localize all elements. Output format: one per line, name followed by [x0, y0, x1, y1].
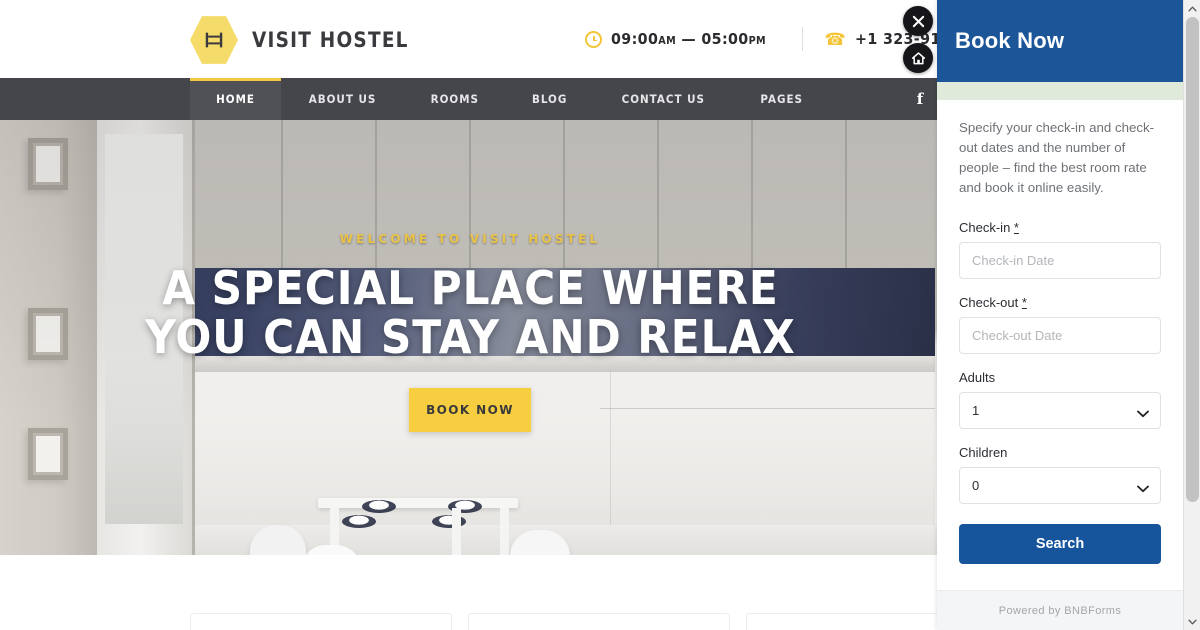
page-root: VISIT HOSTEL 09:00AM — 05:00PM ☎ +1 323-…	[0, 0, 1200, 630]
floating-action-buttons	[903, 6, 937, 73]
nav-label: ABOUT US	[308, 92, 377, 106]
nav-item-pages[interactable]: PAGES	[734, 78, 829, 120]
feature-card[interactable]	[190, 613, 452, 630]
hostel-bunk-icon	[190, 16, 238, 64]
nav-item-blog[interactable]: BLOG	[506, 78, 593, 120]
brand-logo[interactable]: VISIT HOSTEL	[190, 14, 430, 66]
children-select[interactable]: 0	[959, 467, 1161, 504]
search-button[interactable]: Search	[959, 524, 1161, 564]
nav-label: HOME	[216, 92, 255, 106]
nav-label: BLOG	[531, 92, 568, 106]
checkout-date-input[interactable]	[959, 317, 1161, 354]
header-divider	[801, 27, 803, 51]
adults-label: Adults	[959, 370, 996, 385]
opening-hours-text: 09:00AM — 05:00PM	[611, 30, 767, 48]
nav-item-home[interactable]: HOME	[190, 78, 282, 120]
booking-panel-header: Book Now	[937, 0, 1183, 82]
brand-name: VISIT HOSTEL	[252, 28, 409, 52]
field-group-adults: Adults 1	[959, 370, 1161, 429]
checkin-label-text: Check-in	[959, 220, 1011, 235]
booking-panel: Book Now Specify your check-in and check…	[937, 0, 1183, 630]
hero-title-line-2: YOU CAN STAY AND RELAX	[144, 310, 796, 364]
chevron-down-icon[interactable]	[1184, 613, 1200, 630]
close-icon[interactable]	[903, 6, 933, 36]
booking-panel-footer: Powered by BNBForms	[937, 590, 1183, 630]
checkout-label: Check-out *	[959, 295, 1161, 310]
home-icon[interactable]	[903, 43, 933, 73]
booking-form: Specify your check-in and check-out date…	[937, 100, 1183, 590]
booking-panel-notice-bar	[937, 82, 1183, 100]
chevron-up-icon[interactable]	[1184, 0, 1200, 17]
scrollbar-thumb[interactable]	[1186, 17, 1199, 502]
clock-icon	[585, 30, 602, 48]
field-group-checkin: Check-in *	[959, 220, 1161, 279]
checkout-label-text: Check-out	[959, 295, 1019, 310]
opening-hours: 09:00AM — 05:00PM	[585, 30, 780, 48]
children-label: Children	[959, 445, 1008, 460]
required-marker: *	[1021, 295, 1027, 310]
content-below-hero	[0, 555, 1008, 630]
facebook-icon[interactable]: f	[900, 78, 940, 120]
checkin-label: Check-in *	[959, 220, 1161, 235]
feature-card[interactable]	[468, 613, 730, 630]
required-marker: *	[1013, 220, 1019, 235]
nav-item-rooms[interactable]: ROOMS	[404, 78, 506, 120]
booking-description: Specify your check-in and check-out date…	[959, 120, 1155, 195]
nav-items: HOME ABOUT US ROOMS BLOG CONTACT US PAGE…	[190, 78, 829, 120]
powered-by-text: Powered by BNBForms	[998, 604, 1122, 617]
hero-title: A SPECIAL PLACE WHERE YOU CAN STAY AND R…	[145, 264, 795, 362]
nav-label: ROOMS	[430, 92, 480, 106]
field-group-checkout: Check-out *	[959, 295, 1161, 354]
hero-kicker: WELCOME TO VISIT HOSTEL	[339, 232, 601, 246]
hero-title-line-1: A SPECIAL PLACE WHERE	[161, 261, 779, 315]
checkin-date-input[interactable]	[959, 242, 1161, 279]
nav-item-about-us[interactable]: ABOUT US	[281, 78, 404, 120]
adults-select[interactable]: 1	[959, 392, 1161, 429]
nav-label: PAGES	[760, 92, 803, 106]
field-group-children: Children 0	[959, 445, 1161, 504]
nav-item-contact-us[interactable]: CONTACT US	[593, 78, 734, 120]
booking-panel-title: Book Now	[955, 28, 1065, 53]
page-scrollbar[interactable]	[1183, 0, 1200, 630]
nav-label: CONTACT US	[621, 92, 706, 106]
hero-content: WELCOME TO VISIT HOSTEL A SPECIAL PLACE …	[0, 120, 940, 555]
hero-book-now-button[interactable]: BOOK NOW	[409, 388, 531, 432]
phone-icon: ☎	[824, 29, 846, 49]
facebook-glyph: f	[916, 90, 924, 108]
